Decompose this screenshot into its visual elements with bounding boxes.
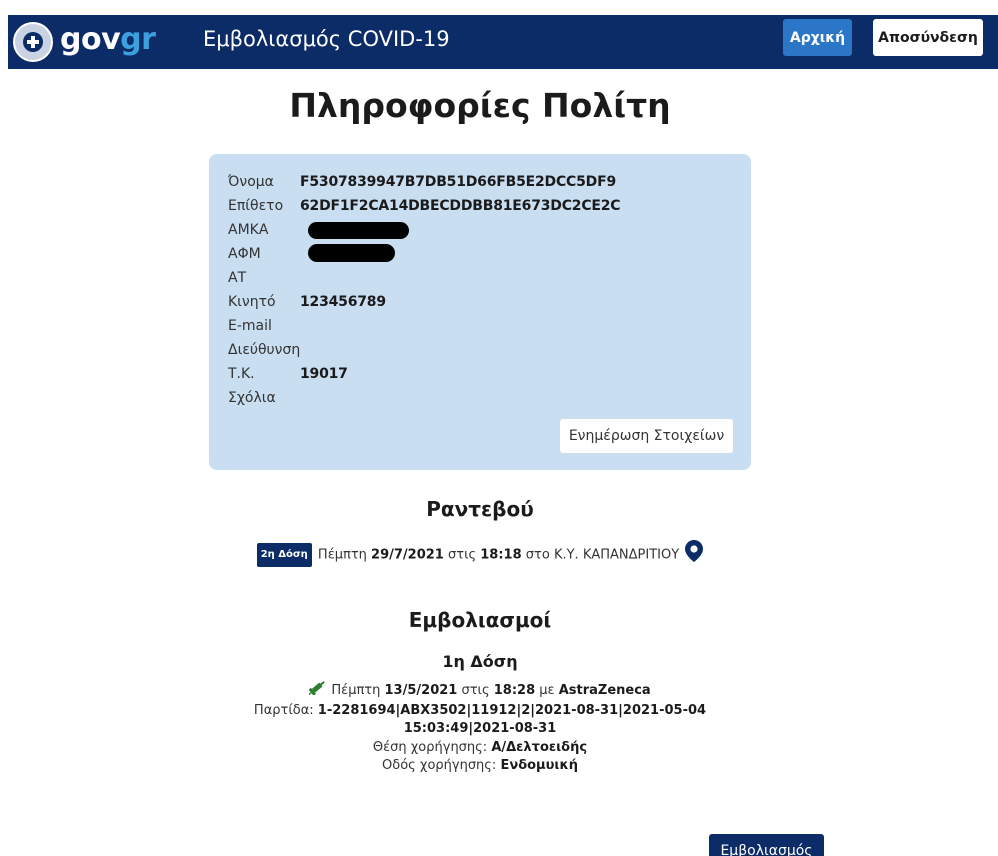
vaccinations-section-title: Εμβολιασμοί: [408, 608, 552, 632]
appointment-date: 29/7/2021: [371, 547, 444, 563]
appointment-at-word: στις: [448, 547, 477, 563]
syringe-icon: [308, 679, 327, 702]
vaccination-date: 13/5/2021: [384, 682, 458, 698]
info-label: ΑΤ: [228, 270, 247, 286]
info-label: ΑΜΚΑ: [228, 222, 269, 238]
vaccinate-button[interactable]: Εμβολιασμός: [709, 834, 824, 856]
info-label: Κινητό: [228, 294, 276, 310]
appointment-time: 18:18: [480, 547, 522, 563]
dose-title: 1η Δόση: [442, 652, 518, 671]
info-label: Τ.Κ.: [228, 366, 255, 382]
redaction-mark: [308, 222, 409, 239]
appointment-section-title: Ραντεβού: [426, 497, 534, 521]
vaccination-time: 18:28: [493, 682, 536, 698]
dose-badge: 2η Δόση: [256, 543, 312, 567]
batch-label: Παρτίδα:: [253, 702, 314, 718]
info-label: ΑΦΜ: [228, 246, 261, 262]
logo-gr-text: gr: [120, 22, 156, 57]
info-label: Σχόλια: [228, 390, 276, 406]
redaction-mark: [308, 244, 395, 262]
info-row-afm: ΑΦΜ: [228, 242, 428, 266]
batch-line: Παρτίδα: 1-2281694|ABX3502|11912|2|2021-…: [250, 702, 710, 739]
site-line: Θέση χορήγησης: Α/Δελτοειδής: [250, 739, 710, 758]
update-details-button[interactable]: Ενημέρωση Στοιχείων: [560, 419, 733, 453]
info-value: F5307839947B7DB51D66FB5E2DCC5DF9: [300, 174, 616, 190]
site-label: Θέση χορήγησης:: [372, 739, 488, 755]
app-title: Εμβολιασμός COVID-19: [203, 27, 450, 51]
route-label: Οδός χορήγησης:: [382, 758, 497, 773]
info-value: 19017: [300, 366, 348, 382]
govgr-logo[interactable]: govgr: [60, 22, 156, 58]
citizen-info-card: Όνομα F5307839947B7DB51D66FB5E2DCC5DF9 Ε…: [209, 154, 751, 470]
vaccination-at-word: στις: [461, 682, 490, 698]
appointment-line: 2η Δόση Πέμπτη 29/7/2021 στις 18:18 στο …: [0, 540, 960, 570]
info-value: 62DF1F2CA14DBECDDBB81E673DC2CE2C: [300, 198, 621, 214]
batch-value: 1-2281694|ABX3502|11912|2|2021-08-31|202…: [317, 702, 707, 737]
route-value: Ενδομυική: [500, 758, 578, 773]
route-line: Οδός χορήγησης: Ενδομυική: [250, 757, 710, 776]
info-label: Διεύθυνση: [228, 342, 301, 358]
vaccination-details: Πέμπτη 13/5/2021 στις 18:28 με AstraZene…: [250, 679, 710, 776]
info-label: E-mail: [228, 318, 272, 334]
appointment-place-prefix: στο: [525, 547, 550, 563]
top-header-bar: govgr Εμβολιασμός COVID-19 Αρχική Αποσύν…: [8, 15, 998, 69]
greek-emblem-icon: [13, 22, 53, 62]
info-label: Όνομα: [228, 174, 274, 190]
map-pin-icon[interactable]: [685, 540, 704, 570]
vaccine-name: AstraZeneca: [558, 682, 651, 698]
logo-gov-text: gov: [60, 22, 121, 57]
appointment-day: Πέμπτη: [317, 547, 367, 563]
logout-button[interactable]: Αποσύνδεση: [873, 19, 983, 56]
site-value: Α/Δελτοειδής: [491, 739, 588, 755]
vaccination-date-line: Πέμπτη 13/5/2021 στις 18:28 με AstraZene…: [250, 679, 710, 702]
vaccination-day: Πέμπτη: [331, 682, 381, 698]
vaccination-with-word: με: [539, 682, 555, 698]
appointment-place: Κ.Υ. ΚΑΠΑΝΔΡΙΤΙΟΥ: [553, 547, 680, 563]
info-label: Επίθετο: [228, 198, 284, 214]
info-value: 123456789: [300, 294, 386, 310]
page-title: Πληροφορίες Πολίτη: [289, 86, 671, 125]
home-button[interactable]: Αρχική: [783, 19, 852, 56]
info-row-amka: ΑΜΚΑ: [228, 218, 428, 242]
